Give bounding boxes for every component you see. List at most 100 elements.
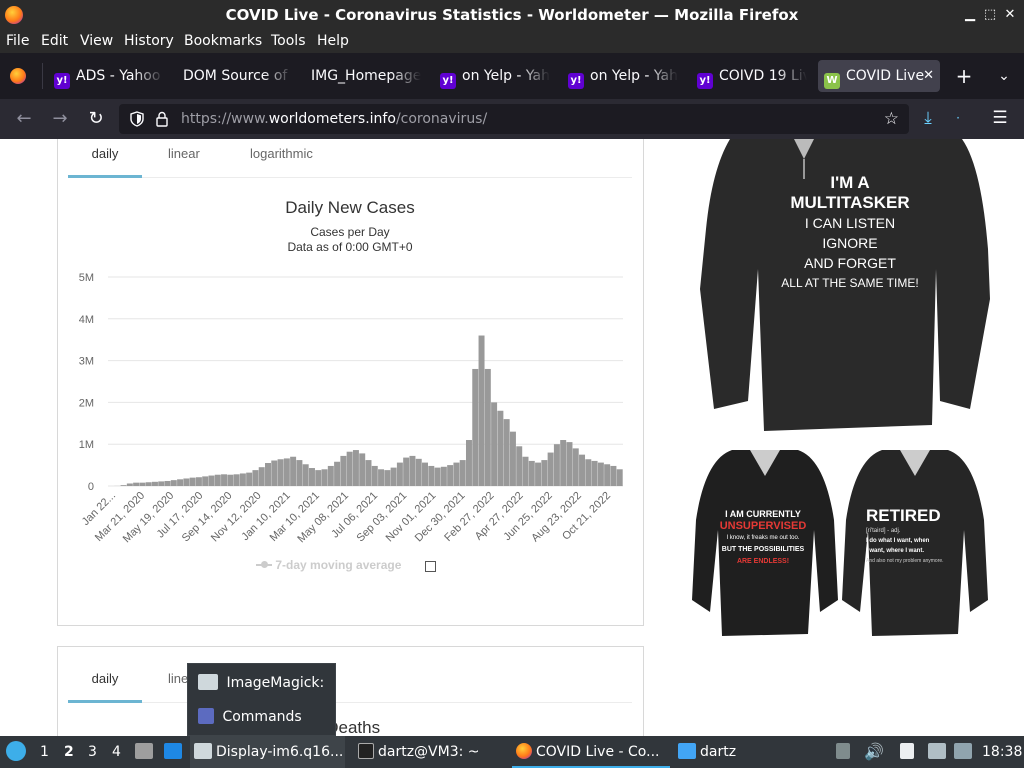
chart-bar[interactable]	[183, 478, 190, 486]
chart-bar[interactable]	[553, 444, 560, 486]
task-firefox[interactable]: COVID Live - Co...	[512, 736, 670, 768]
show-desktop-icon[interactable]	[164, 736, 186, 768]
chart-bar[interactable]	[440, 466, 447, 486]
chart-bar[interactable]	[315, 470, 322, 486]
chart-bar[interactable]	[560, 440, 567, 486]
chart-bar[interactable]	[497, 410, 504, 486]
ad-shirt-retired[interactable]: RETIRED [ri'taird] - adj. I do what I wa…	[842, 450, 988, 638]
chart-bar[interactable]	[239, 473, 246, 486]
chart-bar[interactable]	[352, 450, 359, 486]
chart-bar[interactable]	[503, 419, 510, 486]
menu-help[interactable]: Help	[317, 33, 349, 49]
file-manager-icon[interactable]	[135, 736, 157, 768]
workspace-3[interactable]: 3	[88, 736, 97, 768]
chart-bar[interactable]	[572, 448, 579, 486]
chart-bar[interactable]	[528, 460, 535, 486]
chart-bar[interactable]	[277, 459, 284, 486]
chart-bar[interactable]	[422, 462, 428, 486]
chart-bar[interactable]	[133, 482, 140, 486]
chart-bar[interactable]	[170, 480, 177, 486]
lock-icon[interactable]	[155, 111, 169, 127]
chart-bar[interactable]	[579, 454, 586, 486]
chart-bar[interactable]	[177, 479, 184, 486]
chart-bar[interactable]	[434, 467, 441, 486]
chart-bar[interactable]	[296, 460, 303, 486]
chart-bar[interactable]	[465, 440, 472, 486]
chart-bar[interactable]	[246, 472, 253, 486]
chart-bar[interactable]	[403, 457, 410, 486]
chart-bar[interactable]	[616, 469, 623, 486]
chart-bar[interactable]	[158, 481, 165, 486]
close-icon[interactable]: ✕	[1000, 5, 1020, 25]
chart-bar[interactable]	[371, 465, 378, 486]
chart-bar[interactable]	[509, 431, 516, 486]
minimize-icon[interactable]: ▁	[960, 5, 980, 25]
menu-edit[interactable]: Edit	[41, 33, 68, 49]
chart-bar[interactable]	[252, 470, 259, 486]
chart-bar[interactable]	[126, 483, 133, 486]
forward-icon[interactable]: →	[48, 107, 72, 131]
extension-icon[interactable]: ·	[951, 106, 965, 130]
chart-bar[interactable]	[221, 474, 228, 486]
chart-bar[interactable]	[453, 462, 460, 486]
chart-bar[interactable]	[208, 475, 215, 486]
menu-tools[interactable]: Tools	[271, 33, 306, 49]
moving-average-checkbox[interactable]	[425, 561, 436, 572]
chart-bar[interactable]	[396, 462, 403, 486]
chart-bar[interactable]	[202, 476, 209, 486]
chart-bar[interactable]	[145, 482, 152, 486]
popup-item-commands[interactable]: Commands	[198, 707, 302, 727]
chart-bar[interactable]	[365, 460, 372, 486]
tab-dom-source[interactable]: DOM Source of	[183, 60, 293, 92]
chart-bar[interactable]	[491, 402, 498, 486]
reload-icon[interactable]: ↻	[84, 107, 108, 131]
ad-shirt-multitasker[interactable]: I'M A MULTITASKER I CAN LISTEN IGNORE AN…	[700, 139, 990, 435]
chart-bar[interactable]	[214, 474, 221, 486]
chart-bar[interactable]	[233, 474, 240, 486]
chart-bar[interactable]	[384, 470, 391, 486]
workspace-4[interactable]: 4	[112, 736, 121, 768]
chart-bar[interactable]	[327, 465, 334, 486]
chart-bar[interactable]	[164, 480, 171, 486]
workspace-1[interactable]: 1	[40, 736, 49, 768]
chart-bar[interactable]	[334, 461, 341, 486]
chart-bar[interactable]	[597, 462, 604, 486]
chart-bar[interactable]	[535, 462, 542, 486]
chart-bar[interactable]	[321, 469, 328, 486]
firefox-view-icon[interactable]	[10, 68, 26, 84]
chart-bar[interactable]	[283, 458, 290, 486]
tray-up-icon[interactable]	[836, 736, 854, 768]
chart-bar[interactable]	[409, 455, 416, 486]
chart-bar[interactable]	[378, 469, 385, 486]
menu-file[interactable]: File	[6, 33, 29, 49]
task-folder[interactable]: dartz	[674, 736, 754, 768]
chart-bar[interactable]	[195, 477, 202, 486]
bookmark-star-icon[interactable]: ☆	[884, 104, 899, 134]
task-terminal[interactable]: dartz@VM3: ~	[354, 736, 506, 768]
chart-bar[interactable]	[516, 446, 523, 486]
chart-bar[interactable]	[302, 464, 309, 486]
chart-bar[interactable]	[258, 467, 265, 486]
chart-bar[interactable]	[522, 456, 529, 486]
chart-bar[interactable]	[415, 458, 422, 486]
clock[interactable]: 18:38	[982, 736, 1022, 768]
chart-bar[interactable]	[604, 464, 611, 486]
chart-bar[interactable]	[308, 468, 315, 486]
chart-bar[interactable]	[189, 477, 196, 486]
chart-bar[interactable]	[459, 460, 466, 486]
tab-yelp-2[interactable]: y! on Yelp - Yah	[568, 60, 678, 92]
url-bar[interactable]: https://www.worldometers.info/coronaviru…	[119, 104, 909, 134]
chart-bar[interactable]	[472, 368, 479, 486]
new-tab-icon[interactable]: +	[954, 64, 974, 88]
start-menu-icon[interactable]	[6, 736, 26, 768]
tab-ads-yahoo[interactable]: y! ADS - Yahoo	[54, 60, 164, 92]
popup-item-imagemagick[interactable]: ImageMagick:	[198, 673, 324, 693]
clipboard-icon[interactable]	[900, 736, 918, 768]
chart-bar[interactable]	[227, 474, 234, 486]
chart-bar[interactable]	[428, 465, 435, 486]
chart-bar[interactable]	[120, 485, 127, 486]
workspace-2[interactable]: 2	[64, 736, 74, 768]
ad-shirt-unsupervised[interactable]: I AM CURRENTLY UNSUPERVISED I know, it f…	[692, 450, 838, 638]
chart-bar[interactable]	[290, 456, 297, 486]
chart-bar[interactable]	[271, 460, 278, 487]
